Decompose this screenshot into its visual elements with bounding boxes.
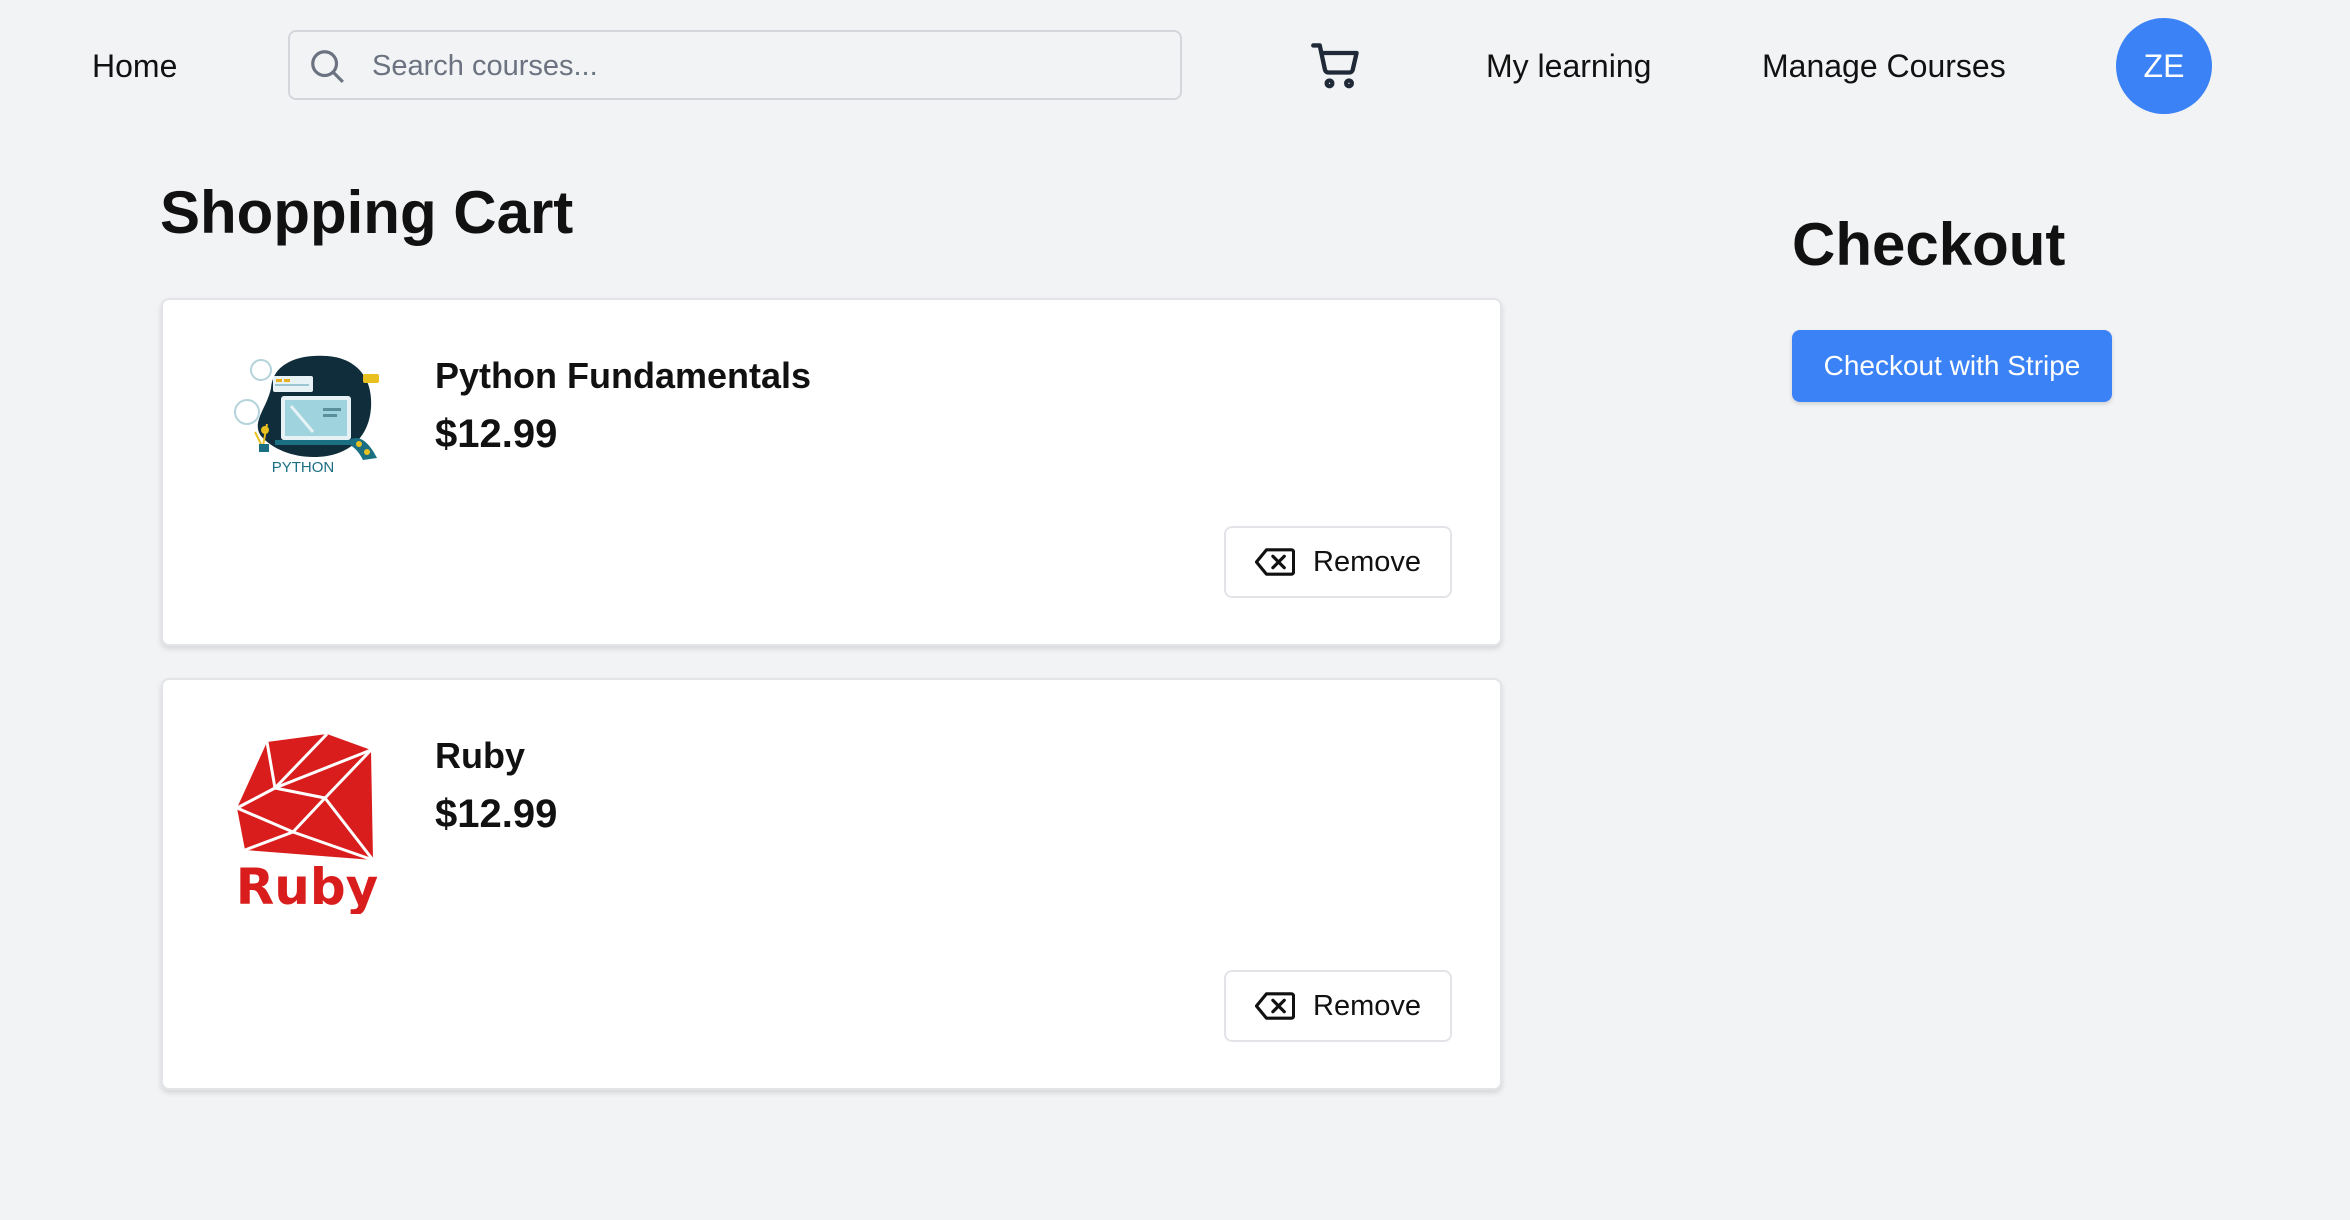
ruby-logo: Ruby	[236, 732, 378, 914]
backspace-icon	[1255, 548, 1295, 576]
backspace-icon	[1255, 992, 1295, 1020]
avatar[interactable]: ZE	[2116, 18, 2212, 114]
nav-home-link[interactable]: Home	[92, 46, 177, 86]
python-thumbnail: PYTHON	[234, 355, 379, 476]
cart-button[interactable]	[1310, 40, 1362, 92]
remove-button-label: Remove	[1313, 989, 1421, 1022]
checkout-title: Checkout	[1792, 211, 2066, 278]
search-icon	[311, 50, 344, 83]
course-price: $12.99	[435, 792, 558, 836]
nav-my-learning-link[interactable]: My learning	[1486, 46, 1651, 86]
search-bar[interactable]	[288, 30, 1182, 100]
cart-item: PYTHON Python Fundamentals $12.99 Remove	[161, 298, 1502, 646]
remove-button[interactable]: Remove	[1224, 970, 1452, 1042]
python-thumbnail-text: PYTHON	[272, 459, 335, 476]
page-title: Shopping Cart	[160, 179, 574, 246]
course-title: Python Fundamentals	[435, 355, 812, 396]
cart-item: Ruby Ruby $12.99 Remove	[161, 678, 1502, 1090]
remove-button[interactable]: Remove	[1224, 526, 1452, 598]
checkout-with-stripe-button[interactable]: Checkout with Stripe	[1792, 330, 2112, 402]
search-input[interactable]	[370, 32, 1164, 100]
nav-manage-courses-link[interactable]: Manage Courses	[1762, 46, 2006, 86]
course-price: $12.99	[435, 412, 558, 456]
ruby-logo-text: Ruby	[236, 858, 378, 914]
remove-button-label: Remove	[1313, 545, 1421, 578]
cart-icon	[1311, 43, 1359, 89]
course-title: Ruby	[435, 735, 525, 776]
